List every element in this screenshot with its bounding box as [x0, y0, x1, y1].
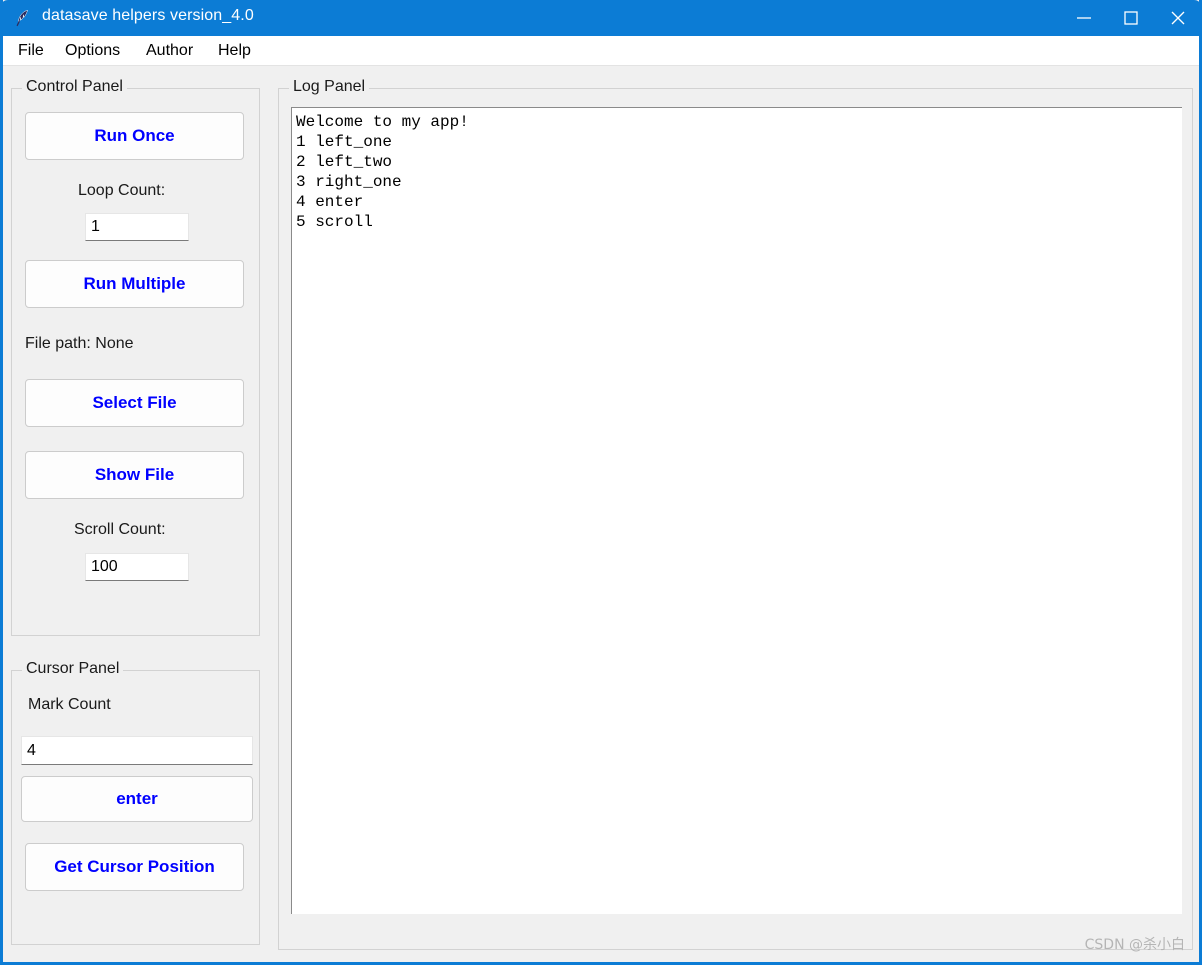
loop-count-input[interactable]: 1	[85, 213, 189, 241]
title-bar[interactable]: datasave helpers version_4.0	[3, 0, 1199, 36]
mark-count-input[interactable]: 4	[21, 736, 253, 765]
cursor-panel-title: Cursor Panel	[22, 660, 124, 678]
file-path-label: File path: None	[25, 335, 134, 352]
enter-button[interactable]: enter	[21, 776, 253, 822]
menu-item-file[interactable]: File	[12, 40, 50, 62]
feather-icon	[16, 9, 28, 27]
minimize-icon	[1077, 17, 1091, 19]
mark-count-label: Mark Count	[28, 696, 111, 713]
watermark-label: CSDN @杀小白	[1084, 937, 1185, 953]
application-window: datasave helpers version_4.0 File Option…	[0, 0, 1202, 965]
scroll-count-label: Scroll Count:	[74, 521, 166, 538]
maximize-button[interactable]	[1108, 0, 1154, 36]
run-multiple-button[interactable]: Run Multiple	[25, 260, 244, 308]
run-once-button[interactable]: Run Once	[25, 112, 244, 160]
menu-item-options[interactable]: Options	[59, 40, 126, 62]
menu-item-help[interactable]: Help	[212, 40, 257, 62]
window-title: datasave helpers version_4.0	[42, 7, 254, 24]
close-icon	[1171, 11, 1185, 25]
show-file-button[interactable]: Show File	[25, 451, 244, 499]
select-file-button[interactable]: Select File	[25, 379, 244, 427]
get-cursor-position-button[interactable]: Get Cursor Position	[25, 843, 244, 891]
scroll-count-input[interactable]: 100	[85, 553, 189, 581]
menu-bar: File Options Author Help	[3, 36, 1199, 66]
close-button[interactable]	[1155, 0, 1199, 36]
control-panel-title: Control Panel	[22, 78, 127, 96]
log-panel: Log Panel Welcome to my app! 1 left_one …	[278, 78, 1193, 950]
log-panel-title: Log Panel	[289, 78, 370, 96]
minimize-button[interactable]	[1061, 0, 1107, 36]
cursor-panel: Cursor Panel Mark Count 4 enter Get Curs…	[11, 660, 260, 945]
log-text-area[interactable]: Welcome to my app! 1 left_one 2 left_two…	[291, 107, 1182, 914]
menu-item-author[interactable]: Author	[140, 40, 199, 62]
control-panel: Control Panel Run Once Loop Count: 1 Run…	[11, 78, 260, 636]
log-text-content: Welcome to my app! 1 left_one 2 left_two…	[296, 113, 469, 231]
loop-count-label: Loop Count:	[78, 182, 166, 199]
maximize-icon	[1124, 11, 1138, 25]
